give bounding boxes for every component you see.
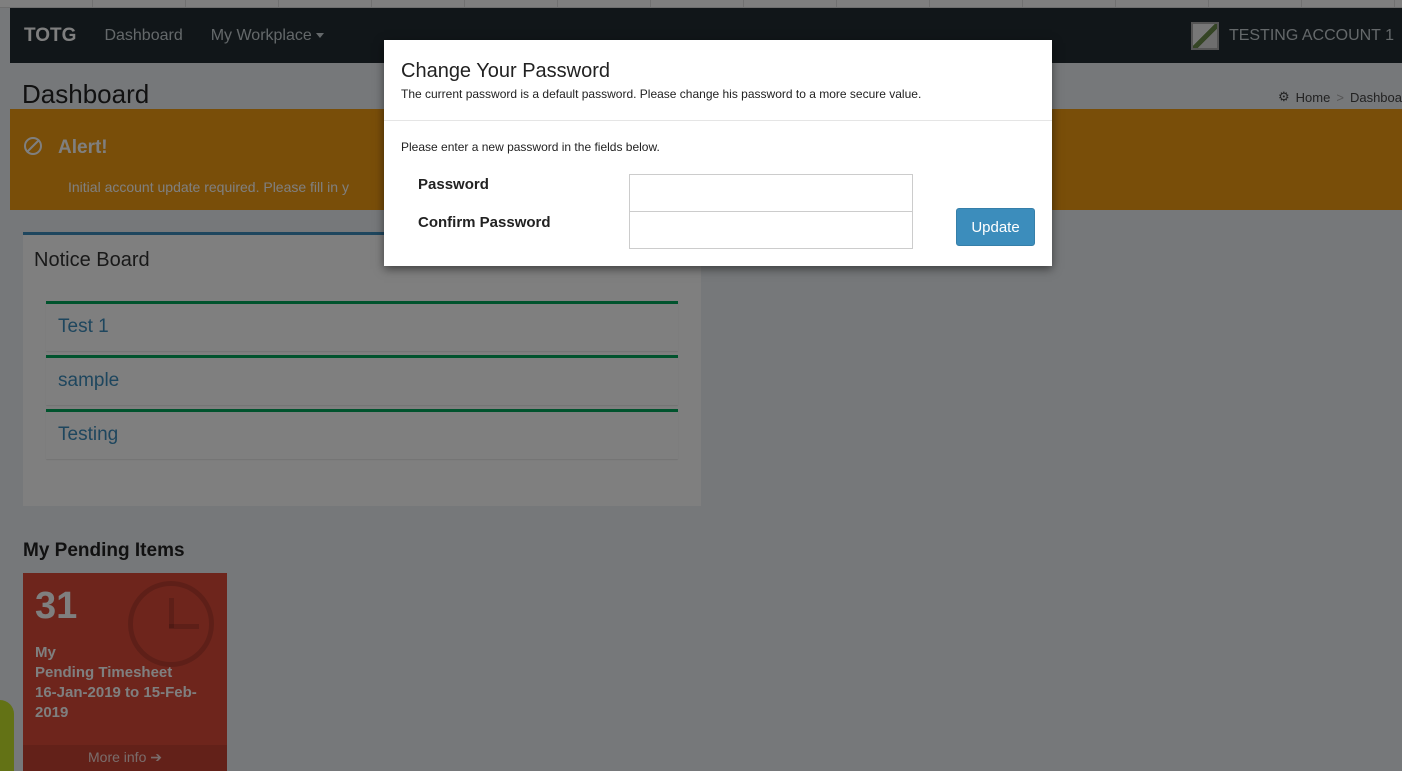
confirm-password-input[interactable] xyxy=(629,211,913,249)
update-button[interactable]: Update xyxy=(956,208,1035,246)
password-label: Password xyxy=(418,176,489,193)
modal-divider xyxy=(384,120,1052,121)
password-input[interactable] xyxy=(629,174,913,212)
modal-title: Change Your Password xyxy=(401,60,611,82)
modal-instruction: Please enter a new password in the field… xyxy=(401,140,660,154)
change-password-modal: Change Your Password The current passwor… xyxy=(384,40,1052,266)
modal-subtitle: The current password is a default passwo… xyxy=(401,87,922,101)
confirm-password-label: Confirm Password xyxy=(418,214,551,231)
